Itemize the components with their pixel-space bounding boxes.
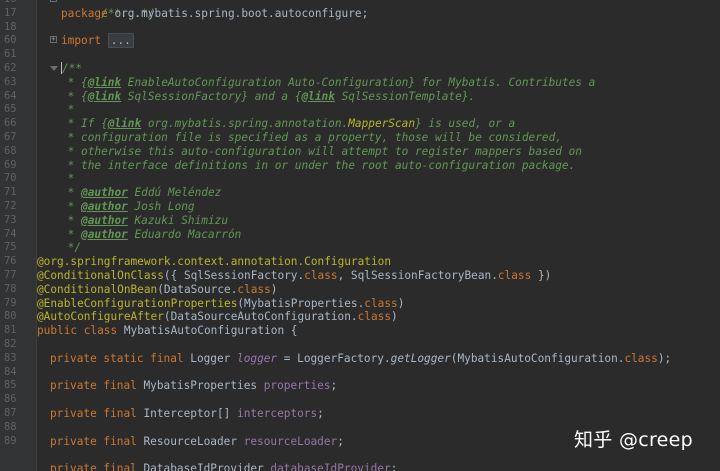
code-editor[interactable]: 1617186061626364656667686970717273747576… [0, 0, 720, 471]
line-number-gutter: 1617186061626364656667686970717273747576… [0, 0, 37, 471]
line-number: 16 [0, 0, 36, 7]
code-line-78: @EnableConfigurationProperties(MybatisPr… [37, 296, 405, 310]
line-number: 74 [4, 227, 17, 240]
code-line-62: * {@link EnableAutoConfiguration Auto-Co… [61, 75, 596, 89]
line-number: 88 [4, 420, 17, 433]
line-number [0, 448, 36, 462]
line-number: 62 [4, 61, 17, 74]
folded-imports[interactable]: ... [107, 33, 134, 49]
code-line-67: * otherwise this auto-configuration will… [61, 144, 582, 158]
code-line-66: * configuration file is specified as a p… [61, 130, 562, 144]
line-number: 89 [4, 434, 17, 447]
code-line-70: * @author Eddú Meléndez [61, 186, 222, 200]
code-line-64: * [61, 103, 75, 117]
line-number: 60 [4, 34, 17, 47]
fold-toggle-icon[interactable]: + [50, 36, 57, 44]
line-number: 63 [4, 75, 17, 88]
line-number: 71 [4, 186, 17, 199]
fold-toggle-icon[interactable]: + [50, 0, 57, 2]
line-number: 70 [4, 172, 17, 185]
line-number: 67 [4, 130, 17, 143]
code-line-89: private final DatabaseIdProvider databas… [50, 462, 398, 471]
code-line-72: * @author Kazuki Shimizu [61, 213, 228, 227]
line-number: 17 [4, 6, 17, 19]
code-line-16: +/**...*/ [37, 0, 720, 20]
line-number: 84 [4, 365, 17, 378]
line-number: 66 [4, 117, 17, 130]
code-line-82: private static final Logger logger = Log… [50, 351, 672, 365]
code-line-18: + import ... [37, 33, 720, 49]
line-number: 80 [4, 310, 17, 323]
line-number: 76 [4, 255, 17, 268]
line-number: 79 [4, 296, 17, 309]
line-number: 78 [4, 282, 17, 295]
code-line-65: * If {@link org.mybatis.spring.annotatio… [61, 117, 516, 131]
code-line-80: public class MybatisAutoConfiguration { [37, 324, 298, 338]
zhihu-watermark: 知乎 @creep [574, 429, 694, 451]
line-number: 86 [4, 393, 17, 406]
line-number: 87 [4, 406, 17, 419]
code-line-17: package org.mybatis.spring.boot.autoconf… [61, 6, 369, 20]
line-number: 69 [4, 158, 17, 171]
code-line-86: private final Interceptor[] interceptors… [50, 406, 324, 420]
code-line-74: */ [61, 241, 82, 255]
code-line-71: * @author Josh Long [61, 199, 195, 213]
code-line-68: * the interface definitions in or under … [61, 158, 576, 172]
code-line-73: * @author Eduardo Macarrón [61, 227, 242, 241]
code-line-84: private final MybatisProperties properti… [50, 379, 338, 393]
code-line-79: @AutoConfigureAfter(DataSourceAutoConfig… [37, 310, 398, 324]
code-line-63: * {@link SqlSessionFactory} and a {@link… [61, 89, 476, 103]
fold-collapse-icon[interactable] [50, 65, 58, 71]
code-line-69: * [61, 172, 75, 186]
line-number [0, 462, 36, 471]
line-number: 72 [4, 199, 17, 212]
line-number: 61 [4, 48, 17, 61]
code-line-76: @ConditionalOnClass({ SqlSessionFactory.… [37, 268, 552, 282]
line-number: 75 [4, 241, 17, 254]
line-number: 18 [4, 20, 17, 33]
code-area[interactable]: +/**...*/ package org.mybatis.spring.boo… [37, 0, 720, 471]
line-number: 73 [4, 213, 17, 226]
line-number: 83 [4, 351, 17, 364]
code-line-75: @org.springframework.context.annotation.… [37, 255, 391, 269]
line-number: 82 [4, 337, 17, 350]
line-number: 85 [4, 379, 17, 392]
line-number: 64 [4, 89, 17, 102]
line-number: 68 [4, 144, 17, 157]
code-line-61: /** [37, 61, 720, 76]
line-number: 77 [4, 268, 17, 281]
code-line-77: @ConditionalOnBean(DataSource.class) [37, 282, 278, 296]
line-number: 65 [4, 103, 17, 116]
line-number: 81 [4, 324, 17, 337]
